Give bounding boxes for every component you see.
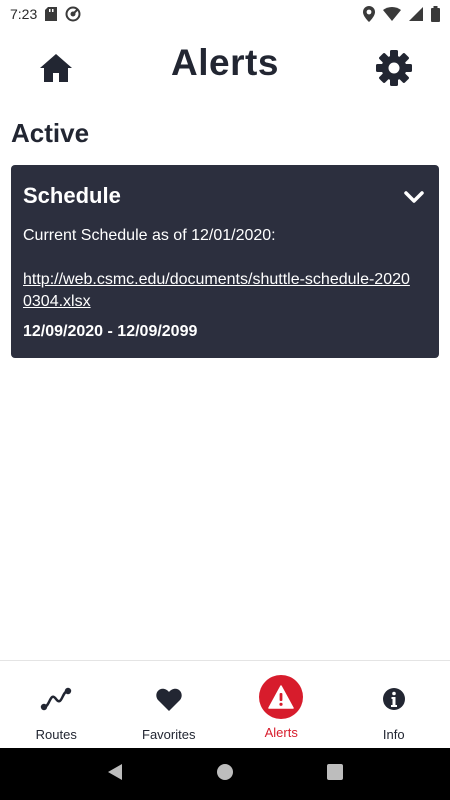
sync-icon	[65, 6, 81, 22]
nav-info-label: Info	[382, 727, 405, 742]
nav-alerts[interactable]: Alerts	[225, 661, 338, 748]
signal-icon	[409, 7, 423, 21]
nav-info[interactable]: Info	[338, 661, 450, 748]
alert-body: Current Schedule as of 12/01/2020:	[23, 227, 276, 244]
nav-routes-label: Routes	[35, 727, 77, 742]
collapse-button[interactable]	[401, 187, 427, 213]
home-circle-icon	[216, 763, 234, 786]
heart-icon	[147, 677, 191, 721]
settings-button[interactable]	[374, 49, 414, 91]
status-time: 7:23	[10, 6, 38, 22]
recents-button[interactable]	[320, 759, 350, 789]
wifi-icon	[383, 7, 401, 21]
back-button[interactable]	[100, 759, 130, 789]
battery-icon	[431, 6, 440, 22]
warning-icon	[259, 675, 304, 719]
recents-square-icon	[327, 763, 343, 785]
home-system-button[interactable]	[210, 759, 240, 789]
system-nav-bar	[0, 748, 450, 800]
alert-date-range: 12/09/2020 - 12/09/2099	[23, 323, 198, 340]
location-icon	[363, 6, 375, 22]
gear-icon	[376, 49, 412, 91]
route-icon	[34, 677, 78, 721]
bottom-nav: Routes Favorites Alerts Info	[0, 660, 450, 748]
back-triangle-icon	[107, 763, 123, 786]
status-bar: 7:23	[0, 0, 450, 28]
chevron-down-icon	[404, 190, 424, 210]
app-header: Alerts	[0, 28, 450, 108]
section-title-active: Active	[11, 118, 90, 148]
nav-routes[interactable]: Routes	[0, 661, 113, 748]
schedule-link[interactable]: http://web.csmc.edu/documents/shuttle-sc…	[23, 269, 413, 313]
nav-favorites[interactable]: Favorites	[113, 661, 226, 748]
sd-card-icon	[45, 7, 58, 21]
nav-favorites-label: Favorites	[142, 727, 196, 742]
info-icon	[372, 677, 416, 721]
nav-alerts-label: Alerts	[264, 725, 298, 740]
alert-title: Schedule	[23, 183, 121, 208]
alert-card[interactable]: Schedule Current Schedule as of 12/01/20…	[11, 165, 439, 358]
